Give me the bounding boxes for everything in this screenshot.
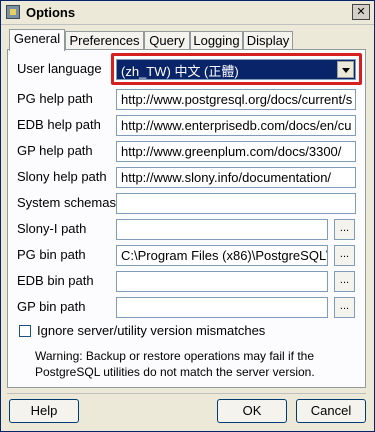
tab-query[interactable]: Query	[144, 31, 190, 50]
app-icon	[6, 5, 20, 19]
window-title: Options	[26, 5, 76, 20]
warning-text: Warning: Backup or restore operations ma…	[35, 349, 315, 379]
tab-display[interactable]: Display	[243, 31, 293, 50]
user-language-label: User language	[17, 61, 102, 76]
system-schemas-label: System schemas	[17, 195, 116, 210]
edb-bin-path-field[interactable]	[116, 271, 328, 292]
edb-help-path-label: EDB help path	[17, 117, 101, 132]
tab-preferences[interactable]: Preferences	[65, 31, 144, 50]
tab-logging[interactable]: Logging	[190, 31, 243, 50]
edb-bin-path-browse-button[interactable]: ...	[334, 271, 355, 292]
pg-help-path-field[interactable]: http://www.postgresql.org/docs/current/s	[116, 89, 356, 110]
tab-general[interactable]: General	[9, 29, 65, 51]
system-schemas-field[interactable]	[116, 193, 356, 214]
gp-bin-path-label: GP bin path	[17, 299, 86, 314]
button-divider	[7, 393, 366, 394]
ignore-mismatch-checkbox[interactable]	[19, 325, 31, 337]
slony-path-field[interactable]	[116, 219, 328, 240]
cancel-button[interactable]: Cancel	[296, 399, 366, 423]
slony-help-path-label: Slony help path	[17, 169, 107, 184]
ok-button[interactable]: OK	[217, 399, 287, 423]
highlight-box	[111, 53, 362, 85]
pg-bin-path-browse-button[interactable]: ...	[334, 245, 355, 266]
help-button[interactable]: Help	[9, 399, 79, 423]
edb-help-path-field[interactable]: http://www.enterprisedb.com/docs/en/cu	[116, 115, 356, 136]
slony-help-path-field[interactable]: http://www.slony.info/documentation/	[116, 167, 356, 188]
close-button[interactable]: ✕	[352, 4, 370, 20]
ignore-mismatch-label[interactable]: Ignore server/utility version mismatches	[37, 323, 265, 338]
gp-bin-path-field[interactable]	[116, 297, 328, 318]
gp-bin-path-browse-button[interactable]: ...	[334, 297, 355, 318]
gp-help-path-label: GP help path	[17, 143, 93, 158]
slony-path-label: Slony-I path	[17, 221, 87, 236]
edb-bin-path-label: EDB bin path	[17, 273, 94, 288]
title-bar[interactable]: Options ✕	[1, 1, 374, 25]
slony-path-browse-button[interactable]: ...	[334, 219, 355, 240]
pg-help-path-label: PG help path	[17, 91, 93, 106]
gp-help-path-field[interactable]: http://www.greenplum.com/docs/3300/	[116, 141, 356, 162]
pg-bin-path-field[interactable]: C:\Program Files (x86)\PostgreSQL\8	[116, 245, 328, 266]
options-dialog: Options ✕ General Preferences Query Logg…	[0, 0, 375, 432]
pg-bin-path-label: PG bin path	[17, 247, 86, 262]
